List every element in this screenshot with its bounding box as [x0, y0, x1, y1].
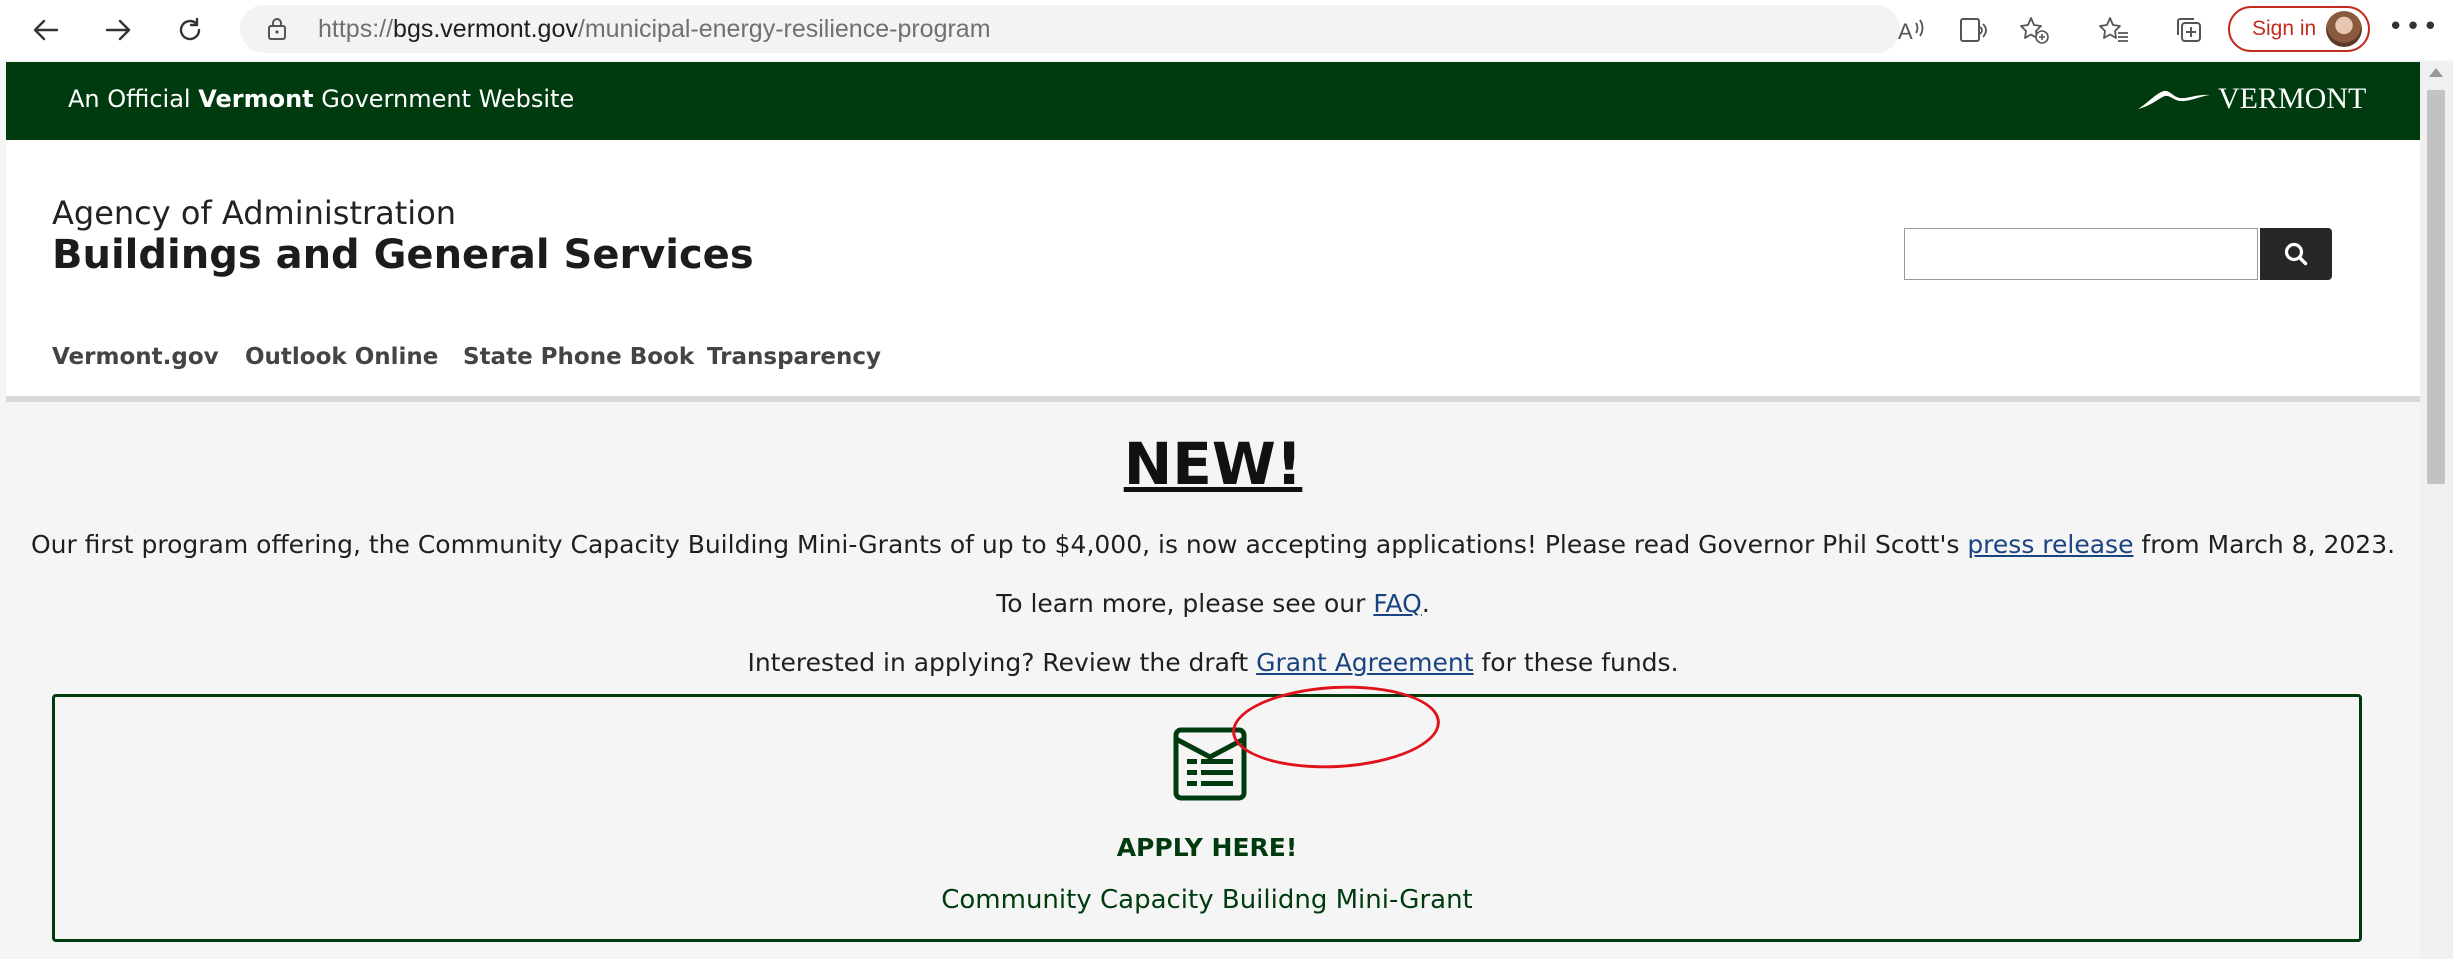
vertical-scrollbar[interactable] [2420, 62, 2453, 959]
web-page: An Official Vermont Government Website V… [6, 62, 2420, 959]
banner-text-bold: Vermont [198, 85, 314, 113]
add-favorite-button[interactable] [2016, 12, 2052, 48]
p1-text-before: Our first program offering, the Communit… [30, 530, 1968, 559]
collections-button[interactable] [2172, 12, 2208, 48]
search-button[interactable] [2260, 228, 2332, 280]
utility-nav: Vermont.gov Outlook Online State Phone B… [6, 318, 2420, 402]
apply-here-subtitle[interactable]: Community Capacity Builidng Mini-Grant [55, 885, 2359, 915]
paragraph-announcement: Our first program offering, the Communit… [6, 530, 2420, 559]
site-header: Agency of Administration Buildings and G… [6, 140, 2420, 320]
banner-text-post: Government Website [313, 85, 575, 113]
favorites-button[interactable] [2096, 12, 2132, 48]
p2-text-before: To learn more, please see our [996, 589, 1374, 618]
p3-text-after: for these funds. [1473, 648, 1679, 677]
scrollbar-thumb[interactable] [2427, 90, 2445, 484]
refresh-button[interactable] [170, 10, 210, 50]
nav-link-outlook-online[interactable]: Outlook Online [245, 344, 438, 370]
star-add-icon [2020, 17, 2049, 44]
vermont-logo-text: VERMONT [2218, 82, 2367, 115]
avatar [2326, 11, 2362, 47]
apply-here-card[interactable]: APPLY HERE! Community Capacity Builidng … [52, 694, 2362, 942]
paragraph-grant-agreement: Interested in applying? Review the draft… [6, 648, 2420, 677]
press-release-link[interactable]: press release [1967, 530, 2133, 559]
mountain-logo-icon [2138, 90, 2210, 109]
collections-icon [2177, 18, 2201, 42]
forward-button[interactable] [98, 10, 138, 50]
p3-text-before: Interested in applying? Review the draft [747, 648, 1257, 677]
url-path: /municipal-energy-resilience-program [577, 15, 991, 43]
official-website-text: An Official Vermont Government Website [68, 85, 574, 113]
p2-text-after: . [1421, 589, 1430, 618]
url-text: https://bgs.vermont.gov/municipal-energy… [318, 15, 991, 44]
lock-icon [268, 18, 286, 40]
sign-in-button[interactable]: Sign in [2228, 6, 2370, 52]
address-bar[interactable]: https://bgs.vermont.gov/municipal-energy… [240, 5, 1900, 53]
browser-toolbar: https://bgs.vermont.gov/municipal-energy… [0, 0, 2453, 60]
nav-link-state-phone-book[interactable]: State Phone Book [463, 344, 694, 370]
more-options-icon[interactable]: ••• [2388, 12, 2440, 42]
search-icon [2284, 242, 2308, 266]
agency-name: Agency of Administration [52, 194, 457, 232]
nav-link-vermont-gov[interactable]: Vermont.gov [52, 344, 219, 370]
faq-link[interactable]: FAQ [1373, 589, 1421, 618]
read-aloud-button[interactable]: A [1894, 12, 1930, 48]
banner-text-pre: An Official [68, 85, 199, 113]
back-button[interactable] [26, 10, 66, 50]
read-aloud-icon: A [1898, 19, 1924, 44]
svg-text:A: A [1898, 19, 1913, 44]
vermont-logo[interactable]: VERMONT [2136, 82, 2366, 116]
site-search-input[interactable] [1904, 228, 2258, 280]
paragraph-faq: To learn more, please see our FAQ. [6, 589, 2420, 618]
immersive-reader-icon [1960, 18, 1987, 42]
favorites-list-icon [2099, 17, 2128, 42]
apply-here-heading[interactable]: APPLY HERE! [55, 833, 2359, 862]
scroll-up-arrow-icon[interactable] [2429, 68, 2443, 77]
department-name[interactable]: Buildings and General Services [52, 232, 754, 278]
refresh-icon [179, 17, 201, 41]
url-host: bgs.vermont.gov [393, 15, 578, 43]
p1-text-after: from March 8, 2023. [2133, 530, 2396, 559]
nav-link-transparency[interactable]: Transparency [707, 344, 881, 370]
url-scheme: https:// [318, 15, 394, 43]
back-arrow-icon [33, 19, 59, 41]
forward-arrow-icon [105, 19, 131, 41]
official-government-banner: An Official Vermont Government Website V… [6, 62, 2420, 140]
sign-in-label: Sign in [2252, 17, 2317, 40]
new-heading: NEW! [1123, 430, 1303, 498]
grant-agreement-link[interactable]: Grant Agreement [1256, 648, 1473, 677]
immersive-reader-button[interactable] [1956, 12, 1992, 48]
